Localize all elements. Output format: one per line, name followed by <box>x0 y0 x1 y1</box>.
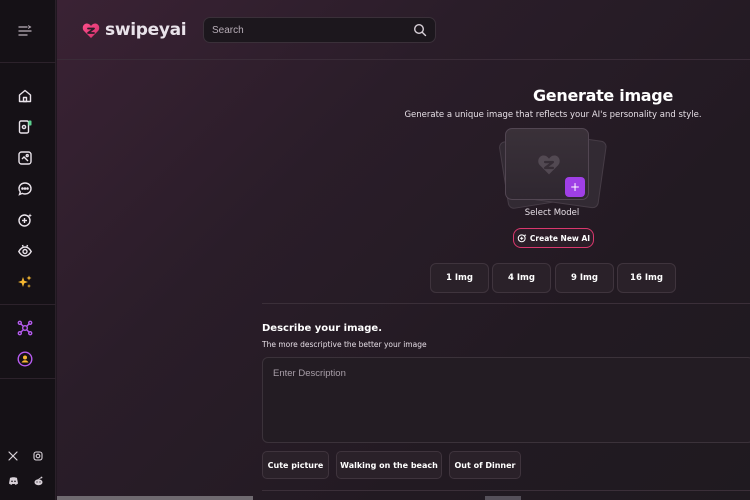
reddit-icon[interactable] <box>31 474 45 488</box>
logo[interactable]: swipeyai <box>81 18 187 42</box>
page-subtitle: Generate a unique image that reflects yo… <box>404 110 702 120</box>
search-input[interactable] <box>212 22 402 39</box>
section-divider <box>262 303 750 304</box>
count-16-img-button[interactable]: 16 Img <box>617 263 676 293</box>
main-content: swipeyai Generate image Generate a uniqu… <box>57 0 750 500</box>
user-badge-icon <box>17 351 33 367</box>
sidebar-divider <box>0 304 56 305</box>
search-icon[interactable] <box>413 23 427 37</box>
sparkles-icon <box>18 275 32 288</box>
sidebar-item-create-ai[interactable] <box>13 208 37 232</box>
suggestion-chip[interactable]: Cute picture <box>262 451 329 479</box>
horizontal-scrollbar-thumb[interactable] <box>485 496 521 500</box>
top-bar: swipeyai <box>57 0 750 60</box>
sidebar-item-chat[interactable] <box>13 177 37 201</box>
add-sparkle-icon <box>18 213 32 227</box>
sidebar-item-generate-image[interactable] <box>13 270 37 294</box>
sidebar-item-gallery[interactable] <box>13 146 37 170</box>
home-icon <box>18 89 32 103</box>
gallery-icon <box>18 151 32 165</box>
sidebar-toggle-icon[interactable] <box>14 20 36 42</box>
count-1-img-button[interactable]: 1 Img <box>430 263 489 293</box>
sidebar-item-affiliate[interactable] <box>13 316 37 340</box>
x-icon[interactable] <box>6 449 20 463</box>
page-title: Generate image <box>532 86 674 105</box>
create-new-ai-label: Create New AI <box>529 233 591 243</box>
describe-subtitle: The more descriptive the better your ima… <box>262 340 427 349</box>
add-model-button[interactable]: + <box>565 177 585 197</box>
count-9-img-button[interactable]: 9 Img <box>555 263 614 293</box>
discord-icon[interactable] <box>6 474 20 488</box>
suggestion-chip[interactable]: Walking on the beach <box>336 451 442 479</box>
instagram-icon[interactable] <box>31 449 45 463</box>
count-4-img-button[interactable]: 4 Img <box>492 263 551 293</box>
suggestion-chip[interactable]: Out of Dinner <box>449 451 521 479</box>
network-icon <box>17 320 33 336</box>
search-box[interactable] <box>203 17 436 43</box>
sidebar-divider <box>0 62 56 63</box>
section-divider <box>262 490 750 491</box>
swipey-watermark-icon <box>538 155 560 175</box>
sidebar-item-home[interactable] <box>13 84 37 108</box>
eye-icon <box>17 244 33 257</box>
describe-title: Describe your image. <box>262 323 382 334</box>
sidebar-item-explore[interactable] <box>13 239 37 263</box>
sidebar-item-swipe-cards[interactable] <box>13 115 37 139</box>
brand-name: swipeyai <box>105 20 187 40</box>
create-new-ai-button[interactable]: Create New AI <box>513 228 594 248</box>
horizontal-scrollbar[interactable] <box>57 496 253 500</box>
swipey-logo-icon <box>82 23 100 38</box>
sidebar-divider <box>0 378 56 379</box>
chat-icon <box>18 182 32 196</box>
description-input[interactable] <box>262 357 750 443</box>
sidebar <box>0 0 56 500</box>
add-sparkle-icon <box>517 233 527 243</box>
cards-icon <box>18 120 32 134</box>
select-model-label: Select Model <box>524 208 580 218</box>
sidebar-item-profile[interactable] <box>13 347 37 371</box>
